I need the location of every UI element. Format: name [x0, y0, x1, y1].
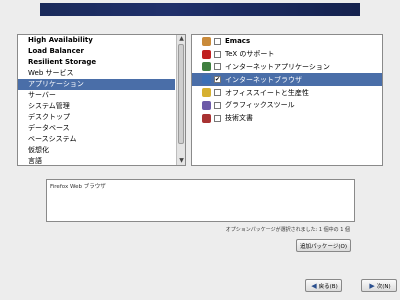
- description-text: Firefox Web ブラウザ: [50, 184, 106, 190]
- back-arrow-icon: ◀: [311, 281, 317, 290]
- scroll-down-icon[interactable]: ▼: [177, 157, 186, 165]
- package-group-row[interactable]: ✔ インターネットブラウザ: [192, 73, 382, 87]
- selection-status: オプションパッケージが選択されました: 1 個中の 1 個: [225, 227, 350, 233]
- category-item[interactable]: ベースシステム: [18, 134, 175, 145]
- header-banner: [40, 3, 360, 16]
- package-group-label: インターネットアプリケーション: [225, 62, 330, 71]
- package-group-row[interactable]: TeX のサポート: [192, 48, 382, 61]
- optional-packages-label: 追加パッケージ(O): [299, 243, 347, 250]
- package-group-row[interactable]: 技術文書: [192, 112, 382, 125]
- package-checkbox[interactable]: ✔: [214, 76, 221, 84]
- book-icon: [202, 113, 211, 123]
- package-checkbox[interactable]: [214, 37, 221, 45]
- package-group-row[interactable]: インターネットアプリケーション: [192, 61, 382, 74]
- package-group-label: TeX のサポート: [225, 50, 275, 59]
- package-group-label: グラフィックスツール: [225, 101, 295, 110]
- back-label: 戻る(B): [318, 283, 338, 290]
- scroll-thumb[interactable]: [178, 44, 184, 144]
- back-button[interactable]: ◀ 戻る(B): [305, 279, 342, 292]
- category-item[interactable]: 言語: [18, 156, 175, 165]
- category-scrollbar[interactable]: ▲ ▼: [176, 35, 185, 165]
- globe-icon: [202, 62, 211, 72]
- package-group-row[interactable]: Emacs: [192, 35, 382, 48]
- category-item[interactable]: Load Balancer: [18, 46, 175, 57]
- graphics-icon: [202, 100, 211, 110]
- package-checkbox[interactable]: [214, 101, 221, 109]
- package-group-row[interactable]: グラフィックスツール: [192, 99, 382, 112]
- package-group-label: インターネットブラウザ: [225, 75, 302, 84]
- category-item[interactable]: データベース: [18, 123, 175, 134]
- package-group-label: Emacs: [225, 37, 251, 46]
- office-icon: [202, 88, 211, 98]
- package-group-row[interactable]: オフィススイートと生産性: [192, 86, 382, 99]
- category-list[interactable]: High Availability Load Balancer Resilient …: [18, 35, 175, 165]
- package-group-panel[interactable]: Emacs TeX のサポートインターネットアプリケーション ✔ インターネットブラウ…: [191, 34, 383, 166]
- tex-icon: [202, 49, 211, 59]
- category-item[interactable]: 仮想化: [18, 145, 175, 156]
- package-checkbox[interactable]: [214, 89, 221, 97]
- next-label: 次(N): [376, 283, 391, 290]
- description-box: Firefox Web ブラウザ: [46, 179, 355, 222]
- package-group-list[interactable]: Emacs TeX のサポートインターネットアプリケーション ✔ インターネットブラウ…: [192, 35, 382, 165]
- category-item[interactable]: デスクトップ: [18, 112, 175, 123]
- category-item[interactable]: Web サービス: [18, 68, 175, 79]
- category-item[interactable]: システム管理: [18, 101, 175, 112]
- category-list-panel[interactable]: High Availability Load Balancer Resilient …: [17, 34, 186, 166]
- package-checkbox[interactable]: [214, 114, 221, 122]
- scroll-up-icon[interactable]: ▲: [177, 35, 186, 43]
- category-item[interactable]: Resilient Storage: [18, 57, 175, 68]
- package-checkbox[interactable]: [214, 63, 221, 71]
- browser-icon: [202, 75, 211, 85]
- package-checkbox[interactable]: [214, 50, 221, 58]
- package-group-label: オフィススイートと生産性: [225, 88, 309, 97]
- next-button[interactable]: ▶ 次(N): [361, 279, 397, 292]
- category-item[interactable]: アプリケーション: [18, 79, 175, 90]
- next-arrow-icon: ▶: [369, 281, 375, 290]
- optional-packages-button[interactable]: 追加パッケージ(O): [296, 239, 351, 252]
- category-item[interactable]: サーバー: [18, 90, 175, 101]
- emacs-icon: [202, 36, 211, 46]
- package-group-label: 技術文書: [225, 114, 253, 123]
- category-item[interactable]: High Availability: [18, 35, 175, 46]
